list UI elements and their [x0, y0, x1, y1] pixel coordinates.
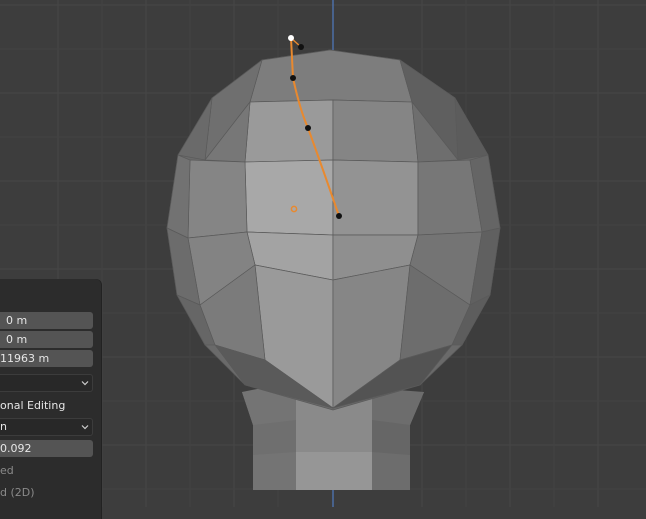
chevron-down-icon [81, 381, 89, 386]
falloff-value: n [0, 420, 7, 433]
curve-control-point[interactable] [336, 213, 342, 219]
location-z-value: 0 m [6, 333, 28, 346]
location-y-value: 0 m [6, 314, 28, 327]
location-extra-field[interactable]: 11963 m [0, 350, 93, 367]
orientation-dropdown[interactable] [0, 374, 93, 392]
adjust-last-operation-panel: 0 m 0 m 11963 m onal Editing n 0.092 ed … [0, 279, 101, 519]
connected-only-label[interactable]: ed [0, 464, 14, 477]
falloff-dropdown[interactable]: n [0, 418, 93, 436]
location-z-field[interactable]: 0 m [0, 331, 93, 348]
curve-control-point-active[interactable] [288, 35, 294, 41]
location-y-field[interactable]: 0 m [0, 312, 93, 329]
projected-2d-label[interactable]: d (2D) [0, 486, 35, 499]
head-mesh[interactable] [166, 49, 501, 411]
proportional-size-value: 0.092 [0, 442, 32, 455]
location-extra-value: 11963 m [0, 352, 50, 365]
chevron-down-icon [81, 425, 89, 430]
proportional-editing-label[interactable]: onal Editing [0, 399, 65, 412]
proportional-size-field[interactable]: 0.092 [0, 440, 93, 457]
curve-control-point[interactable] [298, 44, 304, 50]
curve-control-point[interactable] [290, 75, 296, 81]
curve-control-point[interactable] [305, 125, 311, 131]
